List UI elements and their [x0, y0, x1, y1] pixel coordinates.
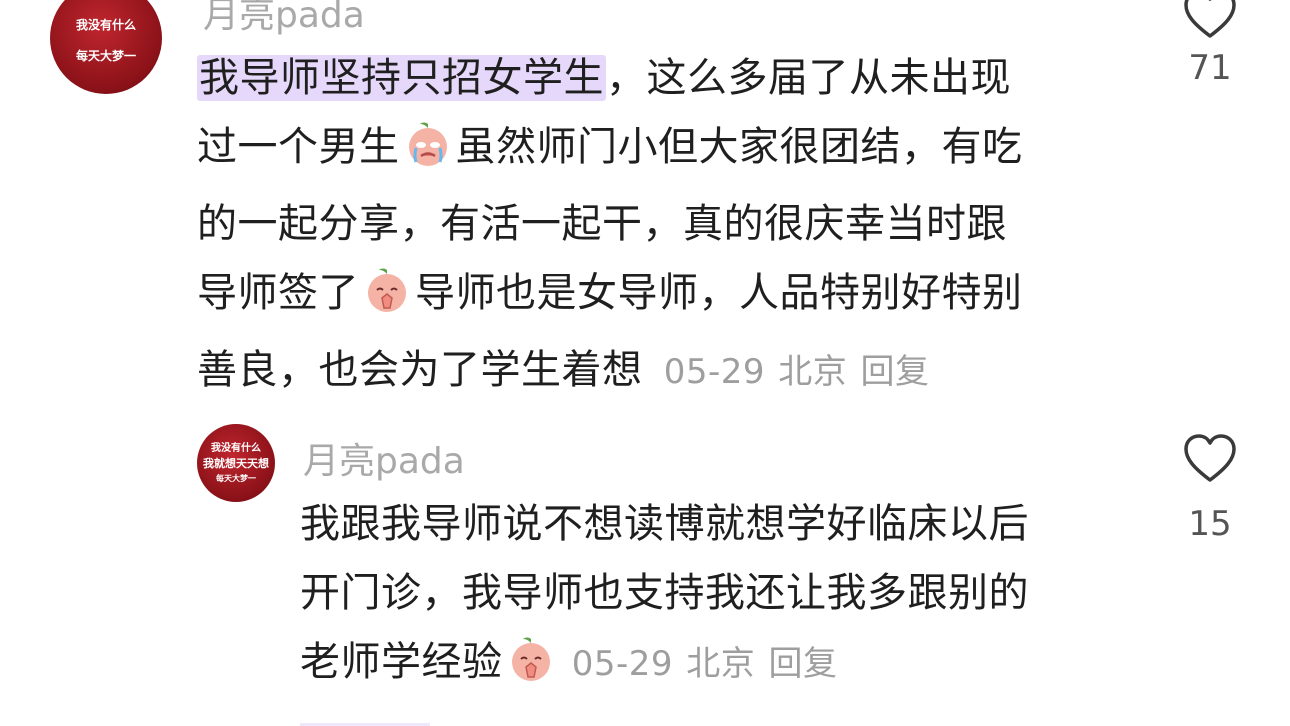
comment-location: 北京: [686, 644, 756, 684]
comment-text-line: 导师签了: [197, 270, 359, 316]
avatar[interactable]: 我没有什么 每天大梦一: [50, 0, 162, 94]
avatar-text: 每天大梦一: [216, 472, 256, 483]
comment-text-line: 导师也是女导师，人品特别好特别: [415, 270, 1023, 316]
like-button[interactable]: 71: [1180, 0, 1240, 88]
comment-username[interactable]: 月亮pada: [203, 0, 365, 38]
reply-button[interactable]: 回复: [860, 352, 929, 392]
avatar-text: 我没有什么: [211, 442, 261, 454]
comment-text-line: 我跟我导师说不想读博就想学好临床以后: [300, 501, 1029, 547]
comment-text: 我导师坚持只招女学生，这么多届了从未出现 过一个男生 虽然师门小但大家很团结，有…: [197, 44, 1137, 407]
reply-button[interactable]: 回复: [768, 644, 837, 684]
like-button[interactable]: 15: [1180, 432, 1240, 544]
highlighted-text: 我导师坚持只招女学生: [197, 55, 606, 101]
comment-date: 05-29: [663, 352, 766, 392]
comment-text-line: 的一起分享，有活一起干，真的很庆幸当时跟: [197, 201, 1007, 247]
heart-outline-icon: [1184, 0, 1236, 38]
comment-text-line: ，这么多届了从未出现: [606, 55, 1011, 101]
comment-text-line: 过一个男生: [197, 124, 400, 170]
praying-peach-emoji-icon: [507, 635, 555, 705]
like-count: 71: [1188, 48, 1232, 88]
like-count: 15: [1188, 504, 1232, 544]
comment-text-line: 老师学经验: [300, 639, 503, 685]
praying-peach-emoji-icon: [363, 266, 411, 336]
comment-text-line: 开门诊，我导师也支持我还让我多跟别的: [300, 570, 1029, 616]
avatar[interactable]: 我没有什么 我就想天天想 每天大梦一: [197, 424, 275, 502]
comment-text: 我跟我导师说不想读博就想学好临床以后 开门诊，我导师也支持我还让我多跟别的 老师…: [300, 490, 1160, 705]
avatar-text: 我没有什么: [75, 18, 136, 33]
comment-text-line: 善良，也会为了学生着想: [197, 347, 643, 393]
next-comment-partial: [300, 712, 600, 726]
heart-outline-icon: [1184, 434, 1236, 482]
comment-date: 05-29: [571, 644, 674, 684]
avatar-text: 每天大梦一: [75, 49, 136, 63]
crying-peach-emoji-icon: [404, 120, 452, 190]
avatar-text: 我就想天天想: [203, 457, 269, 471]
comment-text-line: 虽然师门小但大家很团结，有吃: [455, 124, 1023, 170]
comment-username[interactable]: 月亮pada: [303, 432, 465, 484]
comment-location: 北京: [778, 352, 848, 392]
